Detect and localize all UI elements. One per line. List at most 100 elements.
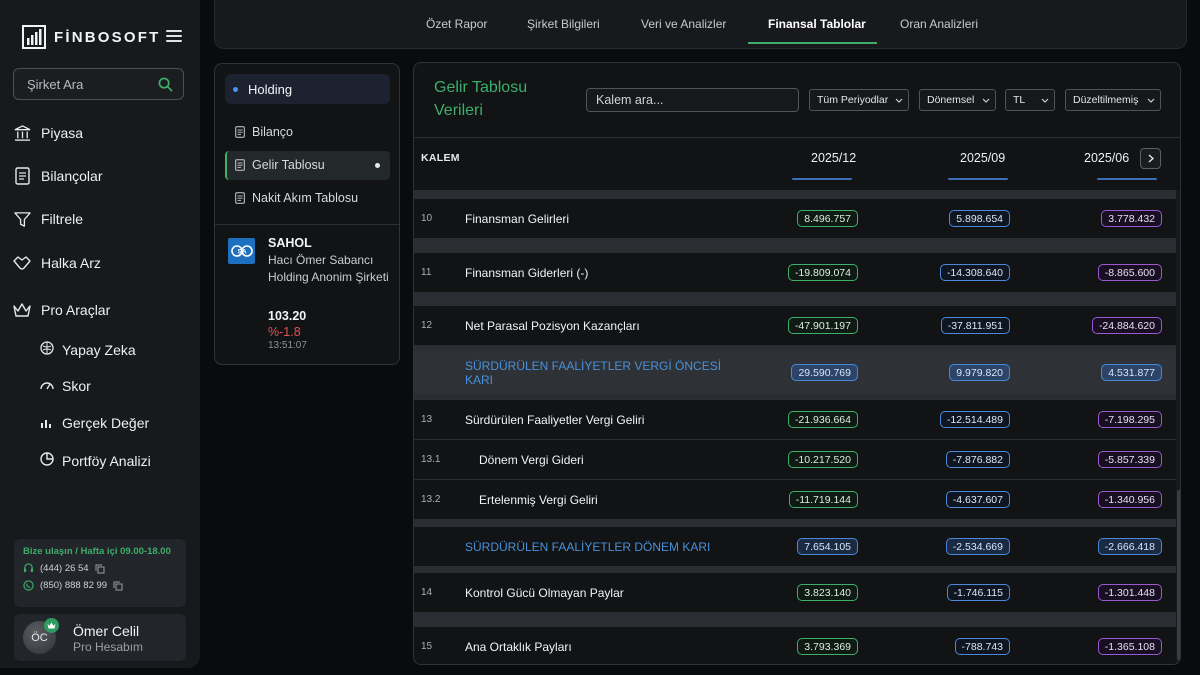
brand-name: FİNBOSOFT	[54, 28, 161, 46]
nav-gelir-tablosu[interactable]: Gelir Tablosu	[235, 158, 325, 172]
row-label: Ana Ortaklık Payları	[465, 640, 572, 654]
period-type-dropdown[interactable]: Dönemsel	[919, 89, 996, 111]
value-pill: -14.308.640	[939, 264, 1010, 281]
copy-icon[interactable]	[95, 564, 105, 574]
table-row[interactable]: 14 Kontrol Gücü Olmayan Paylar 3.823.140…	[414, 573, 1176, 612]
menu-icon[interactable]	[166, 30, 182, 44]
chevron-down-icon	[1041, 98, 1049, 103]
value-pill: -1.301.448	[1097, 584, 1162, 601]
value-pill: 8.496.757	[797, 210, 858, 227]
dropdown-value: TL	[1013, 94, 1026, 106]
nav-label: Piyasa	[41, 125, 84, 141]
adjustment-dropdown[interactable]: Düzeltilmemiş	[1065, 89, 1161, 111]
nav-nakit-akim-tablosu[interactable]: Nakit Akım Tablosu	[235, 191, 358, 205]
table-row[interactable]: 12 Net Parasal Pozisyon Kazançları -47.9…	[414, 306, 1176, 345]
nav-label: Pro Araçlar	[41, 302, 111, 318]
nav-label: Portföy Analizi	[62, 452, 151, 469]
stock-price: 103.20	[268, 309, 307, 323]
nav-label: Nakit Akım Tablosu	[252, 191, 359, 205]
nav-piyasa[interactable]: Piyasa	[13, 124, 83, 142]
nav-skor[interactable]: Skor	[40, 378, 91, 394]
brain-icon	[40, 341, 54, 358]
scrollbar-thumb[interactable]	[1177, 490, 1180, 660]
tab-oran-analizleri[interactable]: Oran Analizleri	[900, 17, 978, 31]
top-tab-bar: Özet Rapor Şirket Bilgileri Veri ve Anal…	[214, 0, 1187, 49]
currency-dropdown[interactable]: TL	[1005, 89, 1055, 111]
group-holding[interactable]: Holding	[225, 74, 390, 104]
column-header-period-3[interactable]: 2025/06	[1084, 151, 1129, 165]
nav-bilancolar[interactable]: Bilançolar	[13, 167, 102, 185]
value-pill: -19.809.074	[787, 264, 858, 281]
nav-portfoy-analizi[interactable]: Portföy Analizi	[40, 452, 151, 469]
user-name: Ömer Celil	[73, 623, 140, 639]
contact-phone-1[interactable]: (444) 26 54	[23, 563, 177, 574]
table-row[interactable]: 10 Finansman Gelirleri 8.496.757 5.898.6…	[414, 199, 1176, 238]
pie-icon	[40, 452, 54, 469]
company-search[interactable]	[13, 68, 184, 100]
table-scrollbar[interactable]	[1176, 190, 1180, 664]
tab-finansal-tablolar[interactable]: Finansal Tablolar	[768, 17, 866, 31]
bar-chart-logo-icon	[22, 25, 46, 49]
value-pill: -5.857.339	[1097, 451, 1162, 468]
search-icon[interactable]	[158, 77, 173, 92]
column-header-period-2[interactable]: 2025/09	[960, 151, 1005, 165]
column-header-kalem: KALEM	[421, 152, 460, 164]
finbosoft-logo[interactable]: FİNBOSOFT	[22, 25, 160, 49]
table-row[interactable]: 15 Ana Ortaklık Payları 3.793.369 -788.7…	[414, 627, 1176, 664]
table-row[interactable]: 13.1 Dönem Vergi Gideri -10.217.520 -7.8…	[414, 440, 1176, 479]
row-code: 10	[421, 213, 433, 224]
nav-label: Bilançolar	[41, 168, 103, 184]
copy-icon[interactable]	[113, 581, 123, 591]
period-filter-dropdown[interactable]: Tüm Periyodlar	[809, 89, 909, 111]
next-period-button[interactable]	[1140, 148, 1161, 169]
nav-pro-araclar[interactable]: Pro Araçlar	[13, 301, 110, 319]
row-label: Finansman Giderleri (-)	[465, 266, 589, 280]
svg-text:SA: SA	[237, 249, 246, 256]
contact-phone-2[interactable]: (850) 888 82 99	[23, 580, 177, 591]
active-dot-icon	[375, 163, 380, 168]
table-row[interactable]: 11 Finansman Giderleri (-) -19.809.074 -…	[414, 253, 1176, 292]
value-pill: 3.823.140	[797, 584, 858, 601]
chevron-down-icon	[895, 98, 903, 103]
headset-icon	[23, 563, 34, 573]
table-row[interactable]: 13.2 Ertelenmiş Vergi Geliri -11.719.144…	[414, 480, 1176, 519]
dropdown-value: Tüm Periyodlar	[817, 94, 889, 106]
tab-veri-ve-analizler[interactable]: Veri ve Analizler	[641, 17, 726, 31]
data-table: 10 Finansman Gelirleri 8.496.757 5.898.6…	[414, 190, 1176, 664]
company-name: Hacı Ömer Sabancı Holding Anonim Şirketi	[268, 253, 389, 284]
contact-card: Bize ulaşın / Hafta içi 09.00-18.00 (444…	[14, 539, 186, 607]
document-icon	[235, 192, 245, 204]
value-pill: -2.534.669	[945, 538, 1010, 555]
user-role: Pro Hesabım	[73, 640, 144, 654]
table-row-total[interactable]: SÜRDÜRÜLEN FAALİYETLER DÖNEM KARI 7.654.…	[414, 527, 1176, 566]
table-row-total[interactable]: SÜRDÜRÜLEN FAALİYETLER VERGİ ÖNCESİ KARI…	[414, 351, 1176, 394]
tab-ozet-rapor[interactable]: Özet Rapor	[426, 17, 487, 31]
whatsapp-icon	[23, 580, 34, 591]
value-pill: 7.654.105	[797, 538, 858, 555]
user-card[interactable]: ÖC Ömer Celil Pro Hesabım	[14, 614, 186, 661]
income-statement-panel: Gelir Tablosu Verileri Tüm Periyodlar Dö…	[413, 62, 1181, 665]
tab-sirket-bilgileri[interactable]: Şirket Bilgileri	[527, 17, 600, 31]
price-time: 13:51:07	[268, 340, 307, 351]
column-indicator	[792, 178, 852, 180]
table-row[interactable]: 13 Sürdürülen Faaliyetler Vergi Geliri -…	[414, 400, 1176, 439]
value-pill: -1.365.108	[1097, 638, 1162, 655]
nav-bilanco[interactable]: Bilanço	[235, 125, 293, 139]
phone-number: (444) 26 54	[40, 563, 89, 574]
chevron-down-icon	[982, 98, 990, 103]
nav-filtrele[interactable]: Filtrele	[13, 210, 83, 228]
nav-yapay-zeka[interactable]: Yapay Zeka	[40, 341, 136, 358]
kalem-search-input[interactable]	[586, 88, 799, 112]
value-pill: -788.743	[954, 638, 1010, 655]
row-code: 11	[421, 267, 432, 278]
phone-number: (850) 888 82 99	[40, 580, 108, 591]
row-code: 13	[421, 414, 433, 425]
column-header-period-1[interactable]: 2025/12	[811, 151, 856, 165]
value-pill: -1.746.115	[946, 584, 1010, 601]
nav-halka-arz[interactable]: Halka Arz	[13, 254, 101, 272]
value-pill: -7.198.295	[1097, 411, 1162, 428]
row-label: Kontrol Gücü Olmayan Paylar	[465, 586, 624, 600]
gauge-icon	[40, 378, 54, 394]
nav-gercek-deger[interactable]: Gerçek Değer	[40, 415, 149, 431]
company-search-input[interactable]	[27, 76, 147, 92]
